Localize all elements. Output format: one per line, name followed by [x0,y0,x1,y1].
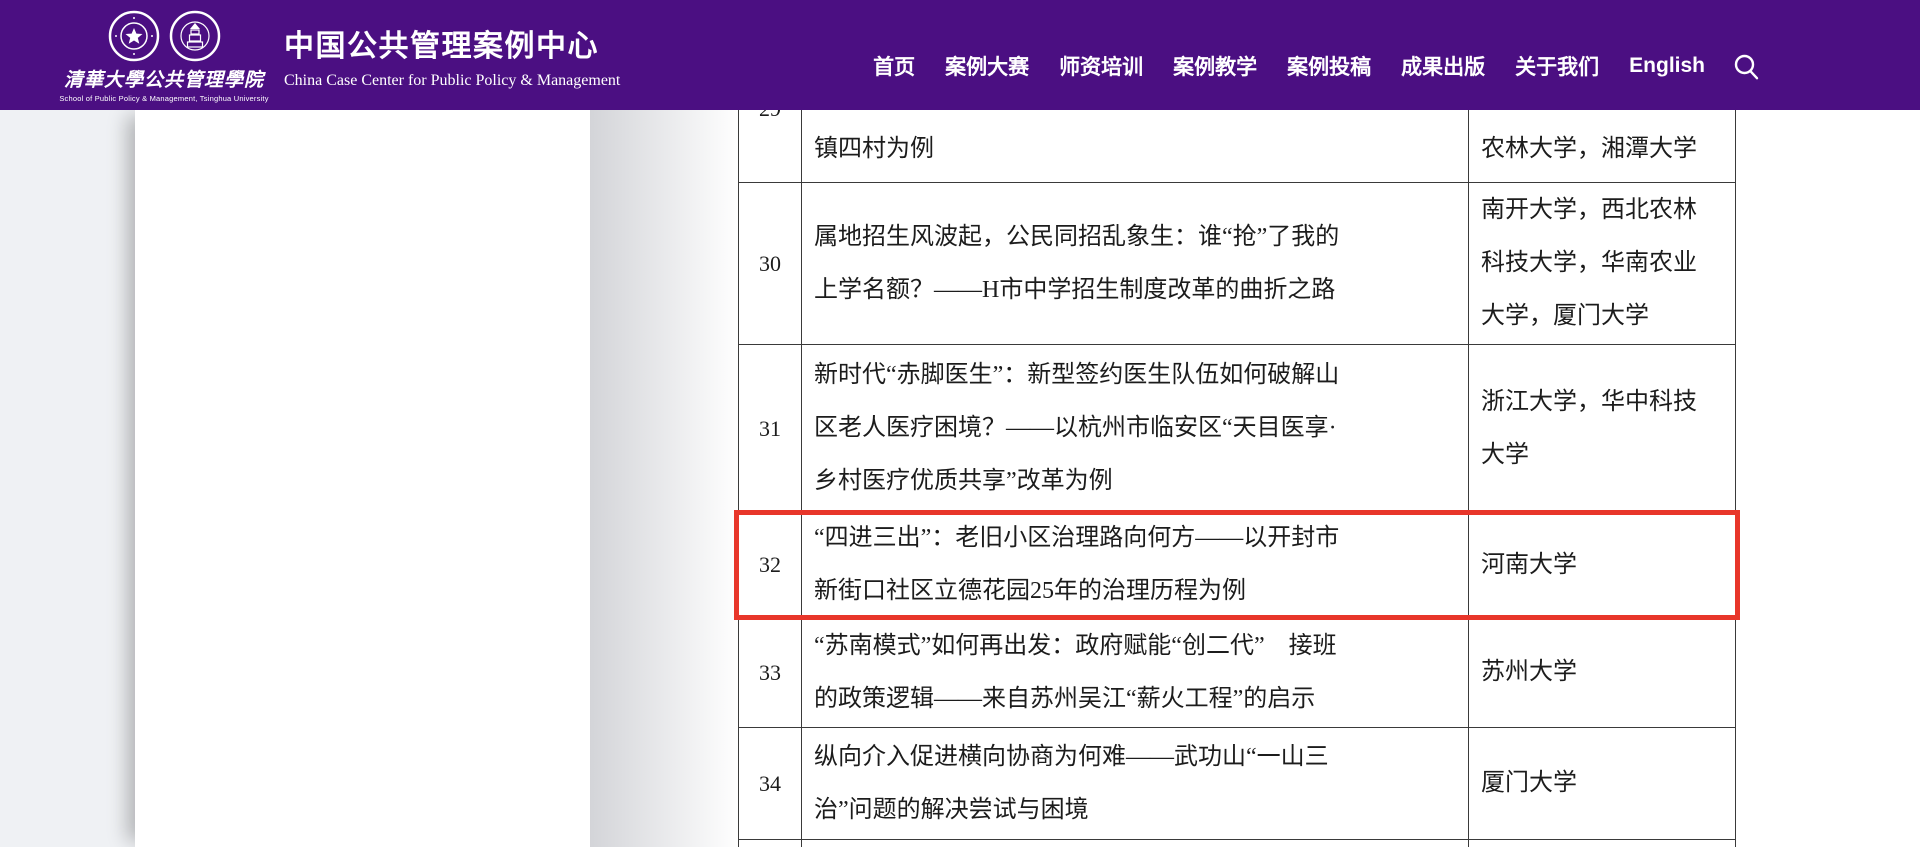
sppm-seal-icon [169,10,221,62]
organizations-cell: 厦门大学 [1469,728,1735,839]
nav-item-3[interactable]: 师资培训 [1059,51,1143,81]
nav-item-8[interactable]: English [1629,54,1705,78]
text-line: 的政策逻辑——来自苏州吴江“薪火工程”的启示 [814,673,1454,726]
nav-item-5[interactable]: 案例投稿 [1287,51,1371,81]
site-header: 清華大學公共管理學院 School of Public Policy & Man… [0,0,1920,110]
text-line: 区老人医疗困境？——以杭州市临安区“天目医享· [814,402,1454,455]
text-line: 治”问题的解决尝试与困境 [814,784,1454,837]
row-number-cell [739,840,801,847]
nav-item-4[interactable]: 案例教学 [1173,51,1257,81]
organizations-cell: 河南大学 [1469,513,1735,617]
tsinghua-seal-icon [108,10,160,62]
text-line: 浙江大学，华中科技 [1481,376,1727,429]
case-title-cell: 属地招生风波起，公民同招乱象生：谁“抢”了我的上学名额？——H市中学招生制度改革… [801,183,1469,344]
row-number-cell: 30 [739,183,801,344]
nav-item-2[interactable]: 案例大赛 [945,51,1029,81]
row-number-cell: 31 [739,345,801,512]
nav-item-6[interactable]: 成果出版 [1401,51,1485,81]
text-line: “四进三出”：老旧小区治理路向何方——以开封市 [814,512,1454,565]
site-title-block: 中国公共管理案例中心 China Case Center for Public … [284,21,620,90]
organizations-cell [1469,840,1735,847]
site-title: 中国公共管理案例中心 [284,21,620,65]
school-name-zh: 清華大學公共管理學院 [58,65,270,92]
table-row-32: 32“四进三出”：老旧小区治理路向何方——以开封市新街口社区立德花园25年的治理… [739,513,1735,618]
organizations-cell: 浙江大学，华中科技大学 [1469,345,1735,512]
text-line: 农林大学，湘潭大学 [1481,128,1727,170]
text-line: 苏州大学 [1481,646,1727,699]
case-title-cell: 纵向介入促进横向协商为何难——武功山“一山三治”问题的解决尝试与困境 [801,728,1469,839]
text-line: 新街口社区立德花园25年的治理历程为例 [814,565,1454,618]
text-line: 科技大学，华南农业 [1481,237,1727,290]
row-number-cell: 32 [739,513,801,617]
text-line: 新时代“赤脚医生”：新型签约医生队伍如何破解山 [814,349,1454,402]
text-line: 上学名额？——H市中学招生制度改革的曲折之路 [814,264,1454,317]
text-line: 乡村医疗优质共享”改革为例 [814,455,1454,508]
main-nav: 首页案例大赛师资培训案例教学案例投稿成果出版关于我们 English [873,51,1760,81]
table-row-34: 34纵向介入促进横向协商为何难——武功山“一山三治”问题的解决尝试与困境厦门大学 [739,728,1735,840]
text-line: 南开大学，西北农林 [1481,184,1727,237]
organizations-cell: 南开大学，西北农林科技大学，华南农业大学，厦门大学 [1469,183,1735,344]
document-shadow [590,110,740,847]
text-line: “苏南模式”如何再出发：政府赋能“创二代” 接班 [814,620,1454,673]
text-line: 属地招生风波起，公民同招乱象生：谁“抢”了我的 [814,211,1454,264]
case-title-cell: “苏南模式”如何再出发：政府赋能“创二代” 接班的政策逻辑——来自苏州吴江“薪火… [801,618,1469,727]
table-row-33: 33“苏南模式”如何再出发：政府赋能“创二代” 接班的政策逻辑——来自苏州吴江“… [739,618,1735,728]
organizations-cell: 苏州大学 [1469,618,1735,727]
table-row-31: 31新时代“赤脚医生”：新型签约医生队伍如何破解山区老人医疗困境？——以杭州市临… [739,345,1735,513]
text-line: 镇四村为例 [814,128,1454,170]
case-title-cell [801,840,1469,847]
nav-item-1[interactable]: 首页 [873,51,915,81]
site-subtitle: China Case Center for Public Policy & Ma… [284,72,620,90]
logo[interactable]: 清華大學公共管理學院 School of Public Policy & Man… [58,8,270,103]
row-number-cell: 33 [739,618,801,727]
row-number-cell: 34 [739,728,801,839]
content-area: 29镇四村为例农林大学，湘潭大学30属地招生风波起，公民同招乱象生：谁“抢”了我… [135,110,1920,847]
nav-item-7[interactable]: 关于我们 [1515,51,1599,81]
text-line: 厦门大学 [1481,757,1727,810]
case-title-cell: “四进三出”：老旧小区治理路向何方——以开封市新街口社区立德花园25年的治理历程… [801,513,1469,617]
text-line: 河南大学 [1481,539,1727,592]
text-line: 大学 [1481,429,1727,482]
text-line: 纵向介入促进横向协商为何难——武功山“一山三 [814,731,1454,784]
table-row-next [739,840,1735,847]
search-icon[interactable] [1733,53,1760,80]
school-name-en: School of Public Policy & Management, Ts… [58,94,270,103]
table-row-30: 30属地招生风波起，公民同招乱象生：谁“抢”了我的上学名额？——H市中学招生制度… [739,183,1735,345]
case-title-cell: 新时代“赤脚医生”：新型签约医生队伍如何破解山区老人医疗困境？——以杭州市临安区… [801,345,1469,512]
case-table: 29镇四村为例农林大学，湘潭大学30属地招生风波起，公民同招乱象生：谁“抢”了我… [738,68,1736,847]
text-line: 大学，厦门大学 [1481,290,1727,343]
